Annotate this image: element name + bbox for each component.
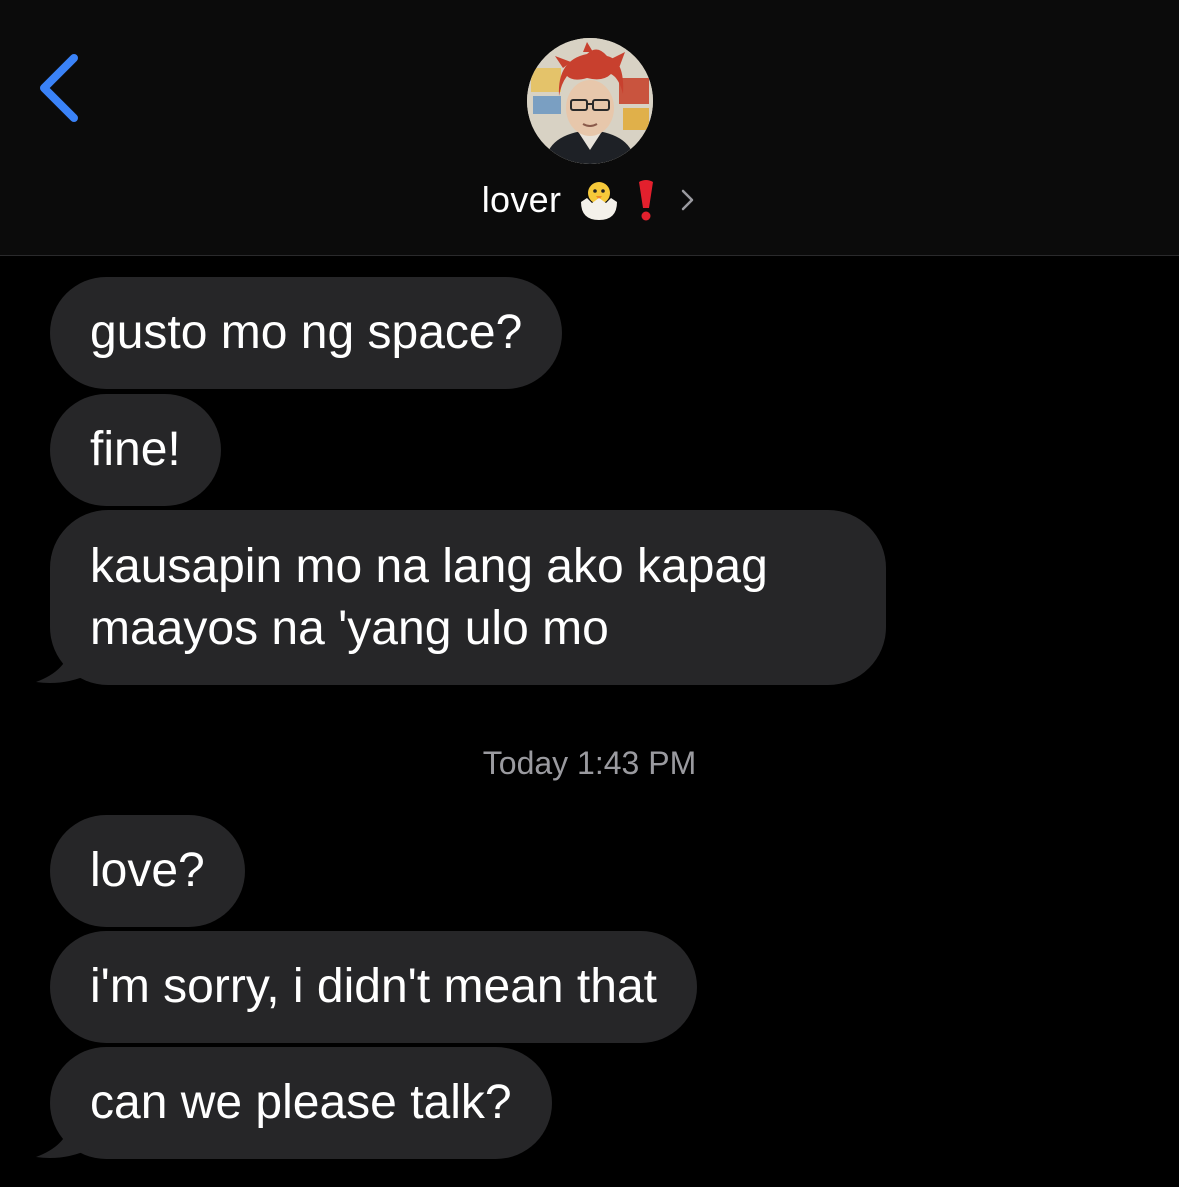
message-text: fine!: [90, 423, 181, 476]
bubble-tail: [36, 646, 90, 683]
message-bubble[interactable]: i'm sorry, i didn't mean that: [50, 931, 697, 1043]
message-text: gusto mo ng space?: [90, 306, 523, 359]
chevron-right-icon: [682, 189, 694, 211]
hatching-chick-icon: [581, 182, 618, 220]
contact-name: lover: [481, 179, 562, 220]
timestamp: Today 1:43 PM: [482, 745, 697, 781]
message-text: i'm sorry, i didn't mean that: [90, 960, 657, 1013]
message-bubble[interactable]: kausapin mo na lang ako kapag maayos na …: [50, 510, 886, 685]
contact-name-row[interactable]: lover: [0, 172, 1179, 228]
message-bubble[interactable]: gusto mo ng space?: [50, 277, 563, 389]
message-text: can we please talk?: [90, 1076, 512, 1129]
conversation-header: lover: [0, 0, 1179, 256]
back-chevron-icon[interactable]: [28, 48, 98, 128]
bubble-tail: [36, 1121, 90, 1158]
contact-avatar[interactable]: [527, 38, 653, 164]
message-text: love?: [90, 844, 205, 897]
red-exclamation-icon: [639, 180, 654, 221]
message-bubble[interactable]: fine!: [50, 394, 221, 506]
message-text: kausapin mo na lang ako kapag maayos na …: [90, 540, 768, 655]
message-bubble[interactable]: love?: [50, 815, 245, 927]
message-bubble[interactable]: can we please talk?: [50, 1047, 552, 1159]
